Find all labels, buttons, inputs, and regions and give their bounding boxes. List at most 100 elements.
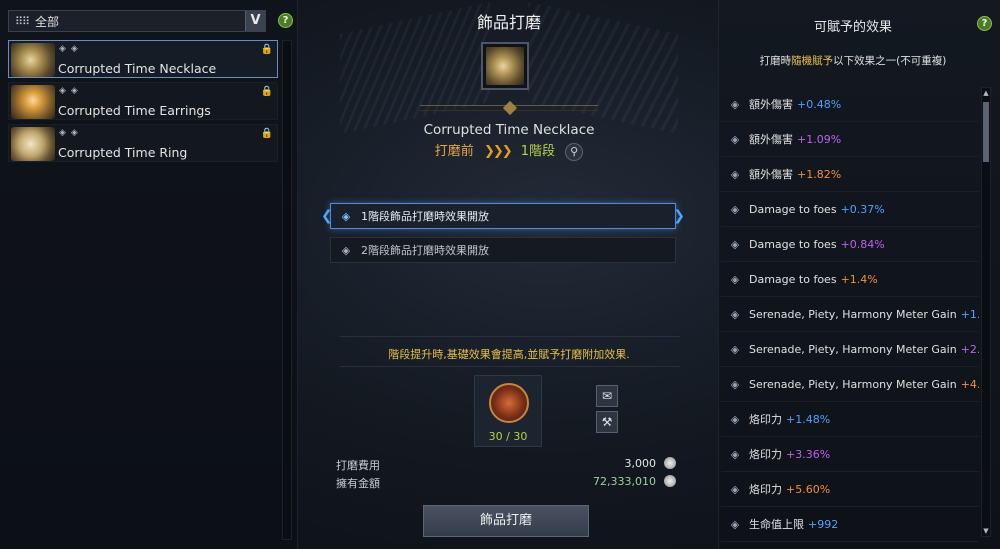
filter-row: ⠿⠿ 全部 V ? xyxy=(8,10,293,34)
list-item[interactable]: ◈◈ Corrupted Time Ring 🔒 xyxy=(8,124,278,162)
gem-icons: ◈◈ xyxy=(59,128,83,138)
effect-row: ◈ 生命值上限 +992 xyxy=(721,507,979,542)
arrow-left-icon: ❮ xyxy=(321,208,333,224)
effects-panel: 可賦予的效果 ? 打磨時隨機賦予以下效果之一(不可重複) ◈ 額外傷害 +0.48%… xyxy=(718,0,1000,549)
diamond-icon: ◈ xyxy=(730,517,740,531)
effect-value: +0.48% xyxy=(797,97,842,111)
effect-row: ◈ Damage to foes +0.84% xyxy=(721,227,979,262)
item-name: Corrupted Time Ring xyxy=(58,145,188,160)
ring-thumbnail xyxy=(11,127,55,161)
effect-name: 生命值上限 xyxy=(749,518,804,531)
diamond-icon: ◈ xyxy=(341,243,351,257)
effect-name: Damage to foes xyxy=(749,272,837,286)
effect-value: +1.4% xyxy=(840,272,878,286)
effect-row: ◈ Serenade, Piety, Harmony Meter Gain+4.2 xyxy=(721,367,979,402)
diamond-icon: ◈ xyxy=(730,202,740,216)
effect-name: 額外傷害 xyxy=(749,133,793,146)
material-slot[interactable]: 30 / 30 xyxy=(474,375,542,447)
effect-row: ◈ Damage to foes +1.4% xyxy=(721,262,979,297)
help-icon[interactable]: ? xyxy=(977,16,992,31)
effect-name: 額外傷害 xyxy=(749,98,793,111)
ornament-gem xyxy=(502,100,518,116)
list-scrollbar[interactable] xyxy=(282,40,292,540)
effects-list: ◈ 額外傷害 +0.48% ◈ 額外傷害 +1.09% ◈ 額外傷害 +1.82% ◈ Damage… xyxy=(721,87,979,542)
list-item[interactable]: ◈◈ Corrupted Time Earrings 🔒 xyxy=(8,82,278,120)
diamond-icon: ◈ xyxy=(730,307,740,321)
effect-row: ◈ Damage to foes +0.37% xyxy=(721,192,979,227)
effect-name: 額外傷害 xyxy=(749,168,793,181)
effect-name: Damage to foes xyxy=(749,237,837,251)
effect-row: ◈ 烙印力 +1.48% xyxy=(721,402,979,437)
diamond-icon: ◈ xyxy=(730,272,740,286)
owned-value: 72,333,010 xyxy=(593,475,656,488)
effect-value: +4.2 xyxy=(960,377,979,391)
category-label: 全部 xyxy=(35,14,60,29)
effect-name: 烙印力 xyxy=(749,448,782,461)
effect-row: ◈ 烙印力 +5.60% xyxy=(721,472,979,507)
info-text: 階段提升時,基礎效果會提高,並賦予打磨附加效果. xyxy=(388,348,630,361)
effect-row: ◈ Serenade, Piety, Harmony Meter Gain+2.5 xyxy=(721,332,979,367)
category-dropdown[interactable]: ⠿⠿ 全部 V xyxy=(8,10,266,32)
effect-value: +1.82% xyxy=(797,167,842,181)
effect-value: +3.36% xyxy=(786,447,831,461)
stage-row: 打磨前 ❯❯❯ 1階段 ⚲ xyxy=(300,140,718,161)
subtitle-suffix: 以下效果之一(不可重複) xyxy=(833,55,947,67)
polish-button[interactable]: 飾品打磨 xyxy=(423,505,589,537)
scroll-down-icon[interactable]: ▼ xyxy=(982,526,990,536)
diamond-icon: ◈ xyxy=(730,482,740,496)
divider xyxy=(340,336,680,337)
earrings-thumbnail xyxy=(11,85,55,119)
subtitle-highlight: 隨機賦予 xyxy=(791,55,834,67)
gem-icons: ◈◈ xyxy=(59,86,83,96)
effect-row: ◈ 額外傷害 +0.48% xyxy=(721,87,979,122)
diamond-icon: ◈ xyxy=(730,97,740,111)
divider xyxy=(340,366,680,367)
lock-icon: 🔒 xyxy=(260,44,273,55)
help-icon[interactable]: ? xyxy=(278,13,293,28)
effect-name: Serenade, Piety, Harmony Meter Gain xyxy=(749,342,957,356)
cost-value: 3,000 xyxy=(624,457,657,470)
effect-row: ◈ 烙印力 +3.36% xyxy=(721,437,979,472)
effect-name: 烙印力 xyxy=(749,483,782,496)
material-icon xyxy=(489,383,529,423)
diamond-icon: ◈ xyxy=(730,412,740,426)
diamond-icon: ◈ xyxy=(730,132,740,146)
stage-option-label: 2階段飾品打磨時效果開放 xyxy=(361,244,489,257)
subtitle-prefix: 打磨時 xyxy=(759,55,792,67)
scroll-thumb[interactable] xyxy=(983,102,989,162)
effect-value: +1.48% xyxy=(786,412,831,426)
stage-option-1[interactable]: ❮ ◈ 1階段飾品打磨時效果開放 ❯ xyxy=(321,203,685,229)
effect-row: ◈ 額外傷害 +1.82% xyxy=(721,157,979,192)
gem-icons: ◈◈ xyxy=(59,44,83,54)
diamond-icon: ◈ xyxy=(730,377,740,391)
diamond-icon: ◈ xyxy=(730,342,740,356)
stage-after: 1階段 xyxy=(520,144,556,159)
accessory-list: ◈◈ Corrupted Time Necklace 🔒 ◈◈ Corrupte… xyxy=(8,40,278,166)
effects-title: 可賦予的效果 xyxy=(813,20,892,35)
effect-row: ◈ Serenade, Piety, Harmony Meter Gain+1.1 xyxy=(721,297,979,332)
stage-option-label: 1階段飾品打磨時效果開放 xyxy=(361,210,489,223)
magnifier-icon[interactable]: ⚲ xyxy=(565,142,584,161)
diamond-icon: ◈ xyxy=(730,447,740,461)
list-item[interactable]: ◈◈ Corrupted Time Necklace 🔒 xyxy=(8,40,278,78)
hammer-icon[interactable]: ⚒ xyxy=(596,411,618,433)
scroll-up-icon[interactable]: ▲ xyxy=(982,88,990,98)
stage-option-2[interactable]: ◈ 2階段飾品打磨時效果開放 xyxy=(330,237,676,263)
selected-item-frame xyxy=(481,42,529,90)
effect-name: Serenade, Piety, Harmony Meter Gain xyxy=(749,307,957,321)
effect-name: Damage to foes xyxy=(749,202,837,216)
item-name: Corrupted Time Necklace xyxy=(58,61,217,76)
chevron-down-icon[interactable]: V xyxy=(245,11,265,31)
owned-label: 擁有金額 xyxy=(336,477,380,490)
necklace-icon xyxy=(486,47,524,85)
effects-subtitle: 打磨時隨機賦予以下效果之一(不可重複) xyxy=(719,53,987,68)
effects-scrollbar[interactable]: ▲ ▼ xyxy=(981,87,991,537)
mail-icon[interactable]: ✉ xyxy=(596,385,618,407)
effect-value: +992 xyxy=(808,517,839,531)
effect-value: +0.84% xyxy=(840,237,885,251)
effect-value: +2.5 xyxy=(960,342,979,356)
effect-value: +1.09% xyxy=(797,132,842,146)
effect-value: +5.60% xyxy=(786,482,831,496)
effect-value: +0.37% xyxy=(840,202,885,216)
material-count: 30 / 30 xyxy=(488,430,528,443)
